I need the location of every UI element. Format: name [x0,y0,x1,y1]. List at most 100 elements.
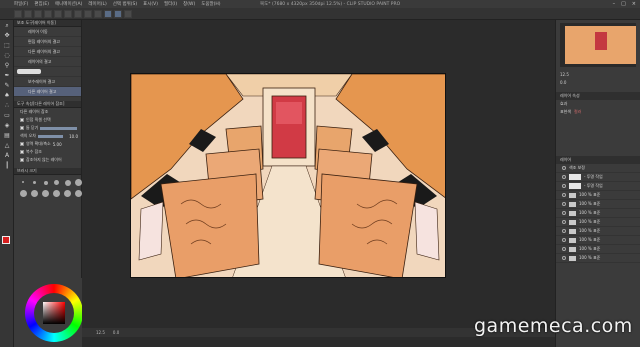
ruler-icon[interactable]: ┃ [2,161,12,170]
property-row[interactable]: 영역 확대/축소 5.00 [14,140,81,148]
zoom-readout[interactable]: 12.5 [96,330,105,335]
menu-edit[interactable]: 편집(E) [34,1,49,7]
move-icon[interactable]: ✥ [2,31,12,40]
subtool-item-selected[interactable]: 다른 레이어 결고 [14,87,81,97]
pen-icon[interactable]: ✒ [2,71,12,80]
checkbox[interactable] [20,150,24,154]
canvas-area[interactable] [82,20,555,328]
property-row[interactable]: 참조하지 않는 레이어 [14,156,81,164]
property-row[interactable]: 복수 참조 [14,148,81,156]
angle-readout[interactable]: 0.0 [113,330,119,335]
transform-icon[interactable] [84,9,92,18]
minimize-icon[interactable]: – [613,1,616,7]
open-file-icon[interactable] [24,9,32,18]
menu-file[interactable]: 파일(F) [14,1,28,7]
clear-icon[interactable] [64,9,72,18]
layer-row[interactable]: - 투명 작업 [556,173,640,182]
brush-icon[interactable]: ♠ [2,91,12,100]
airbrush-icon[interactable]: ∴ [2,101,12,110]
subtool-item[interactable]: 편집 레이어의 결고 [14,37,81,47]
select-icon[interactable]: ⬚ [2,41,12,50]
brush-size-dot[interactable] [22,181,24,183]
color-wheel[interactable] [25,284,83,342]
checkbox[interactable] [20,142,24,146]
maximize-icon[interactable]: □ [621,1,626,7]
text-icon[interactable]: A [2,151,12,160]
layer-folder-row[interactable]: 100 % 표준 [556,191,640,200]
close-icon[interactable]: × [632,1,636,7]
lasso-icon[interactable]: ◌ [2,51,12,60]
color-mode[interactable]: 컬러 [574,109,581,115]
eye-icon[interactable] [562,238,566,242]
eraser-icon[interactable]: ▭ [2,111,12,120]
new-file-icon[interactable] [14,9,22,18]
layer-folder-row[interactable]: 100 % 표준 [556,209,640,218]
menu-layer[interactable]: 레이어(L) [88,1,106,7]
brush-size-dot[interactable] [44,181,48,185]
checkbox[interactable] [20,118,24,122]
eye-icon[interactable] [562,220,566,224]
fill-icon[interactable] [74,9,82,18]
subtool-item[interactable] [14,67,81,77]
property-row[interactable]: 인접 픽셀 선택 [14,116,81,124]
gradient-icon[interactable]: ▤ [2,131,12,140]
brush-a-icon[interactable] [104,9,112,18]
eye-icon[interactable] [562,202,566,206]
menu-window[interactable]: 창(W) [183,1,195,7]
hide-selection-icon[interactable] [94,9,102,18]
brush-size-dot[interactable] [53,190,60,197]
brush-size-dot[interactable] [20,190,27,197]
foreground-color-swatch[interactable] [2,236,10,244]
menu-filter[interactable]: 필터(I) [164,1,177,7]
layer-row[interactable]: 색조 보정 [556,164,640,173]
layer-folder-row[interactable]: 100 % 표준 [556,245,640,254]
shape-icon[interactable]: △ [2,141,12,150]
eye-icon[interactable] [562,175,566,179]
eye-icon[interactable] [562,211,566,215]
subtool-item[interactable]: 다른 레이어의 결고 [14,47,81,57]
brush-size-dot[interactable] [64,190,71,197]
subtool-item[interactable]: 보수레이어 결고 [14,77,81,87]
brush-size-dot[interactable] [65,180,71,186]
checkbox[interactable] [20,158,24,162]
undo-icon[interactable] [44,9,52,18]
menu-animation[interactable]: 애니메이션(A) [55,1,82,7]
menu-selection[interactable]: 선택 범위(S) [113,1,137,7]
eye-icon[interactable] [562,184,566,188]
menu-view[interactable]: 표시(V) [143,1,158,7]
brush-b-icon[interactable] [114,9,122,18]
subtool-item[interactable]: 레이어 이동 [14,27,81,37]
zoom-icon[interactable]: ⌕ [2,21,12,30]
layer-folder-row[interactable]: 100 % 표준 [556,227,640,236]
navigator-angle[interactable]: 0.0 [560,80,566,85]
navigator-zoom[interactable]: 12.5 [560,72,569,77]
property-row[interactable]: 색의 오차 10.0 [14,132,81,140]
subtool-item[interactable]: 레이어의 결고 [14,57,81,67]
brush-size-dot[interactable] [75,179,82,186]
brush-size-dot[interactable] [75,190,82,197]
artwork-canvas[interactable] [130,73,446,278]
layer-row[interactable]: - 투명 작업 [556,182,640,191]
save-icon[interactable] [34,9,42,18]
layer-folder-row[interactable]: 100 % 표준 [556,254,640,263]
brush-size-dot[interactable] [42,190,49,197]
eye-icon[interactable] [562,166,566,170]
eye-icon[interactable] [562,256,566,260]
eye-icon[interactable] [562,193,566,197]
menu-help[interactable]: 도움말(H) [201,1,220,7]
brush-size-dot[interactable] [31,190,38,197]
layer-folder-row[interactable]: 100 % 표준 [556,200,640,209]
brush-c-icon[interactable] [124,9,132,18]
redo-icon[interactable] [54,9,62,18]
tolerance-slider[interactable] [38,134,64,138]
pencil-icon[interactable]: ✎ [2,81,12,90]
layer-folder-row[interactable]: 100 % 표준 [556,218,640,227]
eyedropper-icon[interactable]: ⚲ [2,61,12,70]
brush-size-dot[interactable] [54,180,59,185]
navigator-panel[interactable] [560,23,636,67]
gap-slider[interactable] [40,126,77,130]
eye-icon[interactable] [562,247,566,251]
brush-size-dot[interactable] [33,181,36,184]
layer-folder-row[interactable]: 100 % 표준 [556,236,640,245]
fill-bucket-icon[interactable]: ◈ [2,121,12,130]
